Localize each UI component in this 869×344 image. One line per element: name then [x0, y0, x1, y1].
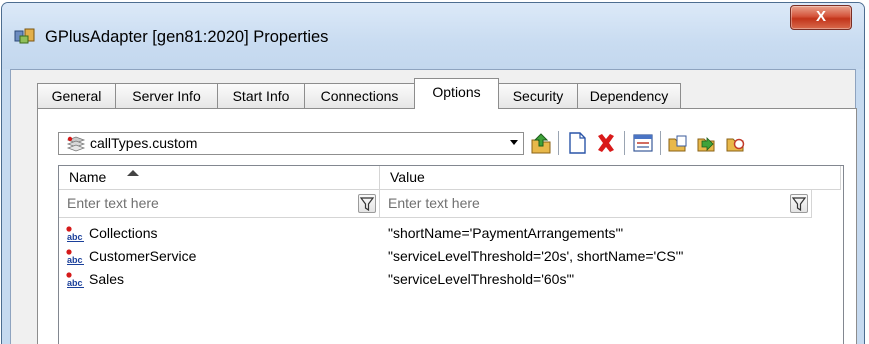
import-icon[interactable]: [695, 130, 719, 156]
tab-start-info[interactable]: Start Info: [217, 83, 305, 108]
edit-list-icon[interactable]: [631, 130, 655, 156]
tab-options[interactable]: Options: [414, 78, 499, 109]
app-icon: [14, 28, 35, 44]
tab-server-info[interactable]: Server Info: [115, 83, 218, 108]
svg-text:abc: abc: [67, 232, 83, 242]
sort-ascending-icon: [127, 170, 139, 176]
filter-icon[interactable]: [790, 194, 808, 213]
string-value-icon: abc: [66, 226, 84, 242]
up-folder-icon[interactable]: [529, 130, 553, 156]
string-value-icon: abc: [66, 272, 84, 288]
table-row[interactable]: abc CustomerService "serviceLevelThresho…: [59, 246, 843, 269]
svg-text:abc: abc: [67, 255, 83, 265]
table-row[interactable]: abc Collections "shortName='PaymentArran…: [59, 223, 843, 246]
row-name: Collections: [89, 225, 158, 241]
toolbar-separator: [558, 131, 559, 155]
value-filter-input[interactable]: Enter text here: [388, 195, 480, 211]
export-icon[interactable]: [724, 130, 748, 156]
copy-icon[interactable]: [666, 130, 690, 156]
row-value: "serviceLevelThreshold='20s', shortName=…: [388, 248, 684, 264]
column-header-name[interactable]: Name: [59, 166, 380, 190]
chevron-down-icon[interactable]: [510, 140, 518, 145]
name-filter[interactable]: Enter text here: [59, 190, 380, 218]
section-icon: [66, 136, 86, 152]
toolbar-separator: [660, 131, 661, 155]
section-select[interactable]: callTypes.custom: [58, 132, 524, 155]
delete-icon[interactable]: [594, 130, 618, 156]
tab-general[interactable]: General: [37, 83, 116, 108]
section-select-value: callTypes.custom: [90, 135, 198, 151]
close-button[interactable]: X: [790, 5, 852, 30]
column-header-value[interactable]: Value: [380, 166, 841, 190]
string-value-icon: abc: [66, 249, 84, 265]
filter-icon[interactable]: [358, 194, 376, 213]
tab-dependency[interactable]: Dependency: [577, 83, 681, 108]
column-header-value-label: Value: [390, 169, 425, 185]
toolbar-separator: [624, 131, 625, 155]
column-header-name-label: Name: [69, 169, 107, 185]
row-name: CustomerService: [89, 248, 197, 264]
row-name: Sales: [89, 271, 125, 287]
title-bar[interactable]: GPlusAdapter [gen81:2020] Properties X: [2, 3, 864, 69]
row-value: "shortName='PaymentArrangements'": [388, 225, 624, 241]
options-grid: Name Value Enter text here Enter text he…: [58, 165, 844, 344]
options-panel: callTypes.custom Name Value Enter text h…: [37, 108, 857, 344]
row-value: "serviceLevelThreshold='60s'": [388, 271, 575, 287]
tab-connections[interactable]: Connections: [304, 83, 415, 108]
properties-window: GPlusAdapter [gen81:2020] Properties X G…: [1, 2, 865, 344]
value-filter[interactable]: Enter text here: [380, 190, 812, 218]
table-row[interactable]: abc Sales "serviceLevelThreshold='60s'": [59, 269, 843, 292]
window-title: GPlusAdapter [gen81:2020] Properties: [45, 28, 329, 46]
name-filter-input[interactable]: Enter text here: [67, 195, 159, 211]
tab-security[interactable]: Security: [498, 83, 578, 108]
svg-text:abc: abc: [67, 278, 83, 288]
new-document-icon[interactable]: [565, 130, 589, 156]
dialog-content: General Server Info Start Info Connectio…: [10, 69, 857, 344]
